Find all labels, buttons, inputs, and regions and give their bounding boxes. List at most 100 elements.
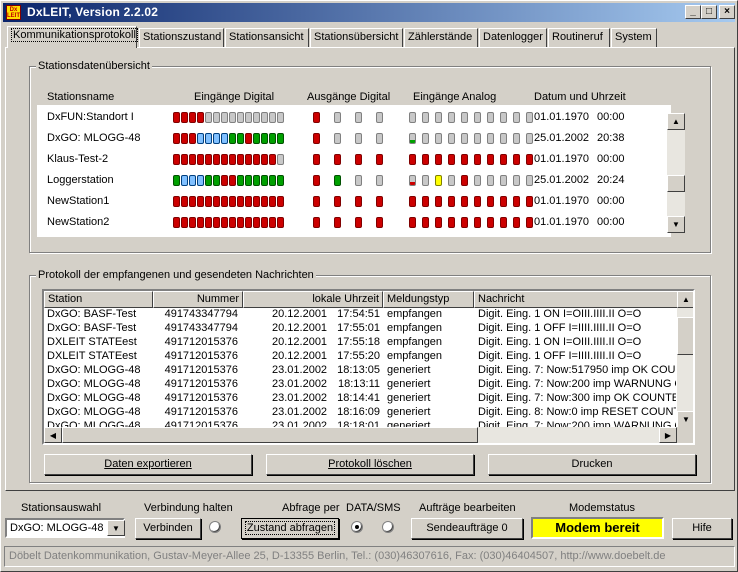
cell-nachricht: Digit. Eing. 1 ON I=OIII.IIII.II O=O (478, 336, 642, 348)
cell-station: DxGO: MLOGG-48 (47, 392, 141, 404)
digital-input-led (189, 154, 196, 165)
tab-routineruf[interactable]: Routineruf (548, 28, 610, 47)
query-state-button[interactable]: Zustand abfragen (241, 518, 339, 539)
tab-stationszustand[interactable]: Stationszustand (139, 28, 224, 47)
station-name[interactable]: DxFUN:Standort I (47, 111, 134, 123)
close-button[interactable]: × (719, 5, 735, 19)
analog-input-led (526, 112, 533, 123)
cell-nummer: 491712015376 (164, 364, 238, 376)
cell-nummer: 491743347794 (164, 322, 238, 334)
minimize-button[interactable]: _ (685, 5, 701, 19)
tab-stationsuebersicht[interactable]: Stationsübersicht (310, 28, 403, 47)
digital-input-led (229, 133, 236, 144)
station-name[interactable]: Klaus-Test-2 (47, 153, 108, 165)
list-scroll-down-icon[interactable]: ▼ (677, 411, 693, 428)
station-time: 00:00 (597, 195, 625, 207)
cell-datum: 23.01.2002 (272, 392, 328, 404)
station-name[interactable]: Loggerstation (47, 174, 114, 186)
analog-input-led (409, 217, 416, 228)
col-lokale-uhrzeit[interactable]: lokale Uhrzeit (243, 291, 383, 308)
maximize-button[interactable]: □ (701, 5, 717, 19)
analog-input-led (500, 133, 507, 144)
table-row[interactable]: DxGO: MLOGG-48 491712015376 23.01.2002 18:1… (44, 406, 678, 420)
table-row[interactable]: DXLEIT STATEest 491712015376 20.12.2001 17:… (44, 350, 678, 364)
digital-input-led (213, 133, 220, 144)
sms-radio[interactable] (382, 521, 394, 533)
digital-input-led (181, 112, 188, 123)
station-name[interactable]: NewStation1 (47, 195, 109, 207)
station-date: 01.01.1970 (534, 153, 590, 165)
cell-nachricht: Digit. Eing. 1 ON I=OIII.IIII.II O=O (478, 308, 642, 320)
data-radio[interactable] (351, 521, 363, 533)
station-date: 25.01.2002 (534, 174, 590, 186)
cell-station: DXLEIT STATEest (47, 350, 137, 362)
scroll-down-icon[interactable]: ▼ (667, 216, 685, 233)
cell-nummer: 491712015376 (164, 406, 238, 418)
analog-input-led (448, 175, 455, 186)
digital-input-led (237, 196, 244, 207)
analog-input-led (409, 154, 416, 165)
analog-input-led (500, 217, 507, 228)
digital-input-led (229, 112, 236, 123)
tab-stationsansicht[interactable]: Stationsansicht (225, 28, 309, 47)
scroll-thumb[interactable] (667, 175, 685, 192)
col-nummer[interactable]: Nummer (153, 291, 243, 308)
query-state-label: Zustand abfragen (244, 521, 336, 535)
connect-button[interactable]: Verbinden (135, 518, 201, 539)
station-name[interactable]: DxGO: MLOGG-48 (47, 132, 141, 144)
cell-nummer: 491712015376 (164, 392, 238, 404)
list-scroll-left-icon[interactable]: ◀ (44, 427, 62, 443)
table-row[interactable]: DxGO: MLOGG-48 491712015376 23.01.2002 18:1… (44, 378, 678, 392)
col-nachricht[interactable]: Nachricht (474, 291, 678, 308)
table-row[interactable]: DxGO: MLOGG-48 491712015376 23.01.2002 18:1… (44, 392, 678, 406)
analog-input-led (513, 175, 520, 186)
analog-input-led (526, 154, 533, 165)
modem-label: Modemstatus (569, 502, 636, 514)
export-button[interactable]: Daten exportieren (44, 454, 252, 475)
tab-kommunikationsprotokoll[interactable]: Kommunikationsprotokoll (7, 26, 138, 48)
digital-input-led (237, 217, 244, 228)
table-row[interactable]: DxGO: BASF-Test 491743347794 20.12.2001 17:… (44, 308, 678, 322)
tab-datenlogger[interactable]: Datenlogger (479, 28, 547, 47)
keep-connection-radio[interactable] (209, 521, 221, 533)
scroll-up-icon[interactable]: ▲ (667, 113, 685, 130)
tab-zaehlerstaende[interactable]: Zählerstände (404, 28, 478, 47)
analog-input-led (474, 154, 481, 165)
title-bar[interactable]: Dx LEIT DxLEIT, Version 2.2.02 _ □ × (3, 3, 735, 22)
list-scroll-up-icon[interactable]: ▲ (677, 291, 693, 308)
station-scrollbar[interactable]: ▲ ▼ (667, 113, 685, 233)
list-vscroll-thumb[interactable] (677, 317, 693, 355)
clear-protocol-button[interactable]: Protokoll löschen (266, 454, 474, 475)
help-button[interactable]: Hife (672, 518, 732, 539)
protocol-title: Protokoll der empfangenen und gesendeten… (36, 269, 316, 281)
print-button[interactable]: Drucken (488, 454, 696, 475)
digital-input-led (205, 154, 212, 165)
send-jobs-button[interactable]: Sendeaufträge 0 (411, 518, 523, 539)
digital-input-led (205, 196, 212, 207)
list-scroll-right-icon[interactable]: ▶ (659, 427, 677, 443)
analog-input-led (422, 154, 429, 165)
protocol-list[interactable]: Station Nummer lokale Uhrzeit Meldungsty… (42, 289, 695, 445)
dropdown-arrow-icon[interactable]: ▼ (107, 520, 125, 536)
digital-input-led (197, 133, 204, 144)
table-row[interactable]: DXLEIT STATEest 491712015376 20.12.2001 17:… (44, 336, 678, 350)
digital-input-led (229, 154, 236, 165)
col-meldungstyp[interactable]: Meldungstyp (383, 291, 474, 308)
analog-input-led (474, 133, 481, 144)
digital-input-led (173, 196, 180, 207)
station-name[interactable]: NewStation2 (47, 216, 109, 228)
station-select[interactable]: DxGO: MLOGG-48 ▼ (5, 518, 125, 538)
digital-input-led (213, 175, 220, 186)
cell-meldungstyp: empfangen (387, 336, 443, 348)
digital-output-led (334, 217, 341, 228)
cell-meldungstyp: generiert (387, 406, 431, 418)
digital-input-led (229, 196, 236, 207)
tab-system[interactable]: System (611, 28, 657, 47)
table-row[interactable]: DxGO: MLOGG-48 491712015376 23.01.2002 18:1… (44, 364, 678, 378)
digital-output-led (313, 175, 320, 186)
col-station[interactable]: Station (44, 291, 153, 308)
list-hscroll-thumb[interactable] (62, 427, 478, 443)
digital-input-led (189, 196, 196, 207)
table-row[interactable]: DxGO: BASF-Test 491743347794 20.12.2001 17:… (44, 322, 678, 336)
analog-input-led (500, 112, 507, 123)
